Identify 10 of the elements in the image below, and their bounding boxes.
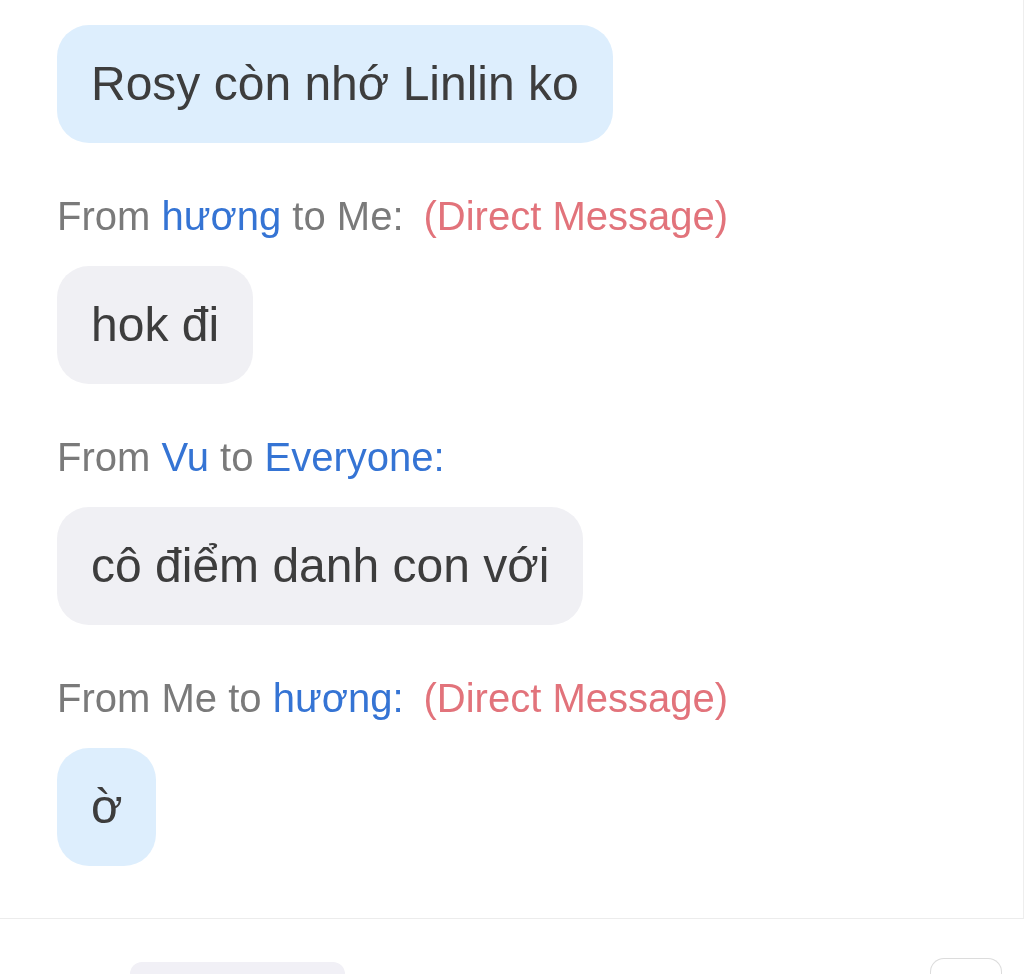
message-bubble: Rosy còn nhớ Linlin ko [57,25,613,143]
message-header: From hương to Me: [57,193,404,240]
message-bubble: ờ [57,748,157,866]
message-bubble: cô điểm danh con với [57,507,584,625]
message-header: From Me to hương: [57,675,404,722]
cut-off-button[interactable] [930,958,1002,974]
message-bubble: hok đi [57,266,254,384]
direct-message-label: (Direct Message) [423,675,729,722]
message-header: From Vu to Everyone: [57,434,445,481]
direct-message-label: (Direct Message) [423,193,729,240]
